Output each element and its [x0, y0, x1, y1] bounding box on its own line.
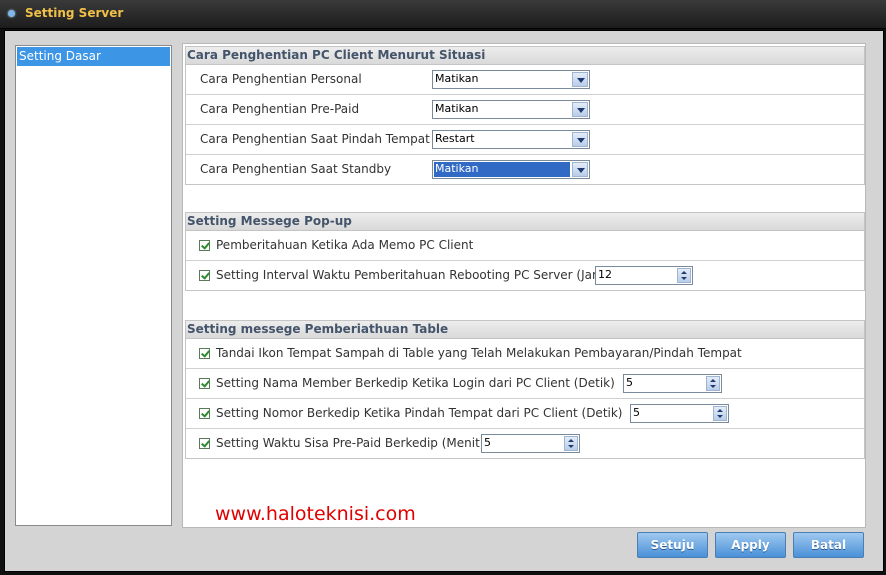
- setting-row: Cara Penghentian Personal Matikan: [186, 65, 864, 95]
- stepper-value: 5: [626, 376, 633, 389]
- spin-arrows-icon[interactable]: [706, 376, 720, 391]
- section-title: Setting Messege Pop-up: [186, 213, 864, 231]
- sidebar: Setting Dasar: [15, 45, 172, 526]
- chevron-down-icon[interactable]: [572, 102, 588, 117]
- section-title: Cara Penghentian PC Client Menurut Situa…: [186, 47, 864, 65]
- sidebar-item-setting-dasar[interactable]: Setting Dasar: [17, 47, 170, 66]
- popup-section: Setting Messege Pop-up Pemberitahuan Ket…: [185, 212, 865, 291]
- setting-row: Pemberitahuan Ketika Ada Memo PC Client: [186, 231, 864, 261]
- settings-panel: Cara Penghentian PC Client Menurut Situa…: [182, 43, 866, 528]
- standby-label: Cara Penghentian Saat Standby: [200, 162, 392, 176]
- trash-icon-checkbox[interactable]: [199, 348, 210, 359]
- member-blink-label: Setting Nama Member Berkedip Ketika Logi…: [216, 376, 615, 390]
- stepper-value: 5: [484, 436, 491, 449]
- spin-arrows-icon[interactable]: [713, 406, 727, 421]
- memo-label: Pemberitahuan Ketika Ada Memo PC Client: [216, 238, 474, 252]
- reboot-interval-checkbox[interactable]: [199, 270, 210, 281]
- setting-row: Cara Penghentian Saat Pindah Tempat Rest…: [186, 125, 864, 155]
- apply-button[interactable]: Apply: [715, 532, 786, 558]
- watermark-text: www.haloteknisi.com: [215, 503, 416, 525]
- chevron-down-icon[interactable]: [572, 132, 588, 147]
- spin-arrows-icon[interactable]: [677, 268, 691, 283]
- number-blink-label: Setting Nomor Berkedip Ketika Pindah Tem…: [216, 406, 623, 420]
- personal-select[interactable]: Matikan: [432, 70, 590, 89]
- chevron-down-icon[interactable]: [572, 162, 588, 177]
- section-title: Setting messege Pemberiathuan Table: [186, 321, 864, 339]
- prepaid-blink-checkbox[interactable]: [199, 438, 210, 449]
- trash-icon-label: Tandai Ikon Tempat Sampah di Table yang …: [216, 346, 742, 360]
- table-section: Setting messege Pemberiathuan Table Tand…: [185, 320, 865, 459]
- prepaid-blink-label: Setting Waktu Sisa Pre-Paid Berkedip (Me…: [216, 436, 485, 450]
- select-value: Matikan: [435, 72, 479, 85]
- personal-label: Cara Penghentian Personal: [200, 72, 362, 86]
- move-seat-select[interactable]: Restart: [432, 130, 590, 149]
- select-value: Matikan: [434, 162, 570, 177]
- setting-server-window: Setting Server Setting Dasar Cara Penghe…: [0, 0, 886, 575]
- stepper-value: 5: [633, 406, 640, 419]
- setting-row: Tandai Ikon Tempat Sampah di Table yang …: [186, 339, 864, 369]
- dialog-body: Setting Dasar Cara Penghentian PC Client…: [4, 30, 884, 572]
- reboot-interval-stepper[interactable]: 12: [595, 266, 693, 285]
- chevron-down-icon[interactable]: [572, 72, 588, 87]
- select-value: Matikan: [435, 102, 479, 115]
- standby-select[interactable]: Matikan: [432, 160, 590, 179]
- ok-button[interactable]: Setuju: [637, 532, 708, 558]
- cancel-button[interactable]: Batal: [793, 532, 864, 558]
- setting-row: Setting Nama Member Berkedip Ketika Logi…: [186, 369, 864, 399]
- shutdown-section: Cara Penghentian PC Client Menurut Situa…: [185, 46, 865, 185]
- window-dot-icon: [8, 10, 15, 17]
- prepaid-select[interactable]: Matikan: [432, 100, 590, 119]
- reboot-interval-label: Setting Interval Waktu Pemberitahuan Reb…: [216, 268, 609, 282]
- setting-row: Cara Penghentian Saat Standby Matikan: [186, 155, 864, 184]
- select-value: Restart: [435, 132, 475, 145]
- number-blink-checkbox[interactable]: [199, 408, 210, 419]
- member-blink-checkbox[interactable]: [199, 378, 210, 389]
- stepper-value: 12: [598, 268, 612, 281]
- title-bar[interactable]: Setting Server: [0, 0, 886, 29]
- prepaid-blink-stepper[interactable]: 5: [481, 434, 580, 453]
- setting-row: Cara Penghentian Pre-Paid Matikan: [186, 95, 864, 125]
- setting-row: Setting Waktu Sisa Pre-Paid Berkedip (Me…: [186, 429, 864, 458]
- member-blink-stepper[interactable]: 5: [623, 374, 722, 393]
- move-seat-label: Cara Penghentian Saat Pindah Tempat: [200, 132, 430, 146]
- memo-checkbox[interactable]: [199, 240, 210, 251]
- prepaid-label: Cara Penghentian Pre-Paid: [200, 102, 360, 116]
- window-title: Setting Server: [25, 6, 124, 20]
- spin-arrows-icon[interactable]: [564, 436, 578, 451]
- setting-row: Setting Interval Waktu Pemberitahuan Reb…: [186, 261, 864, 290]
- number-blink-stepper[interactable]: 5: [630, 404, 729, 423]
- setting-row: Setting Nomor Berkedip Ketika Pindah Tem…: [186, 399, 864, 429]
